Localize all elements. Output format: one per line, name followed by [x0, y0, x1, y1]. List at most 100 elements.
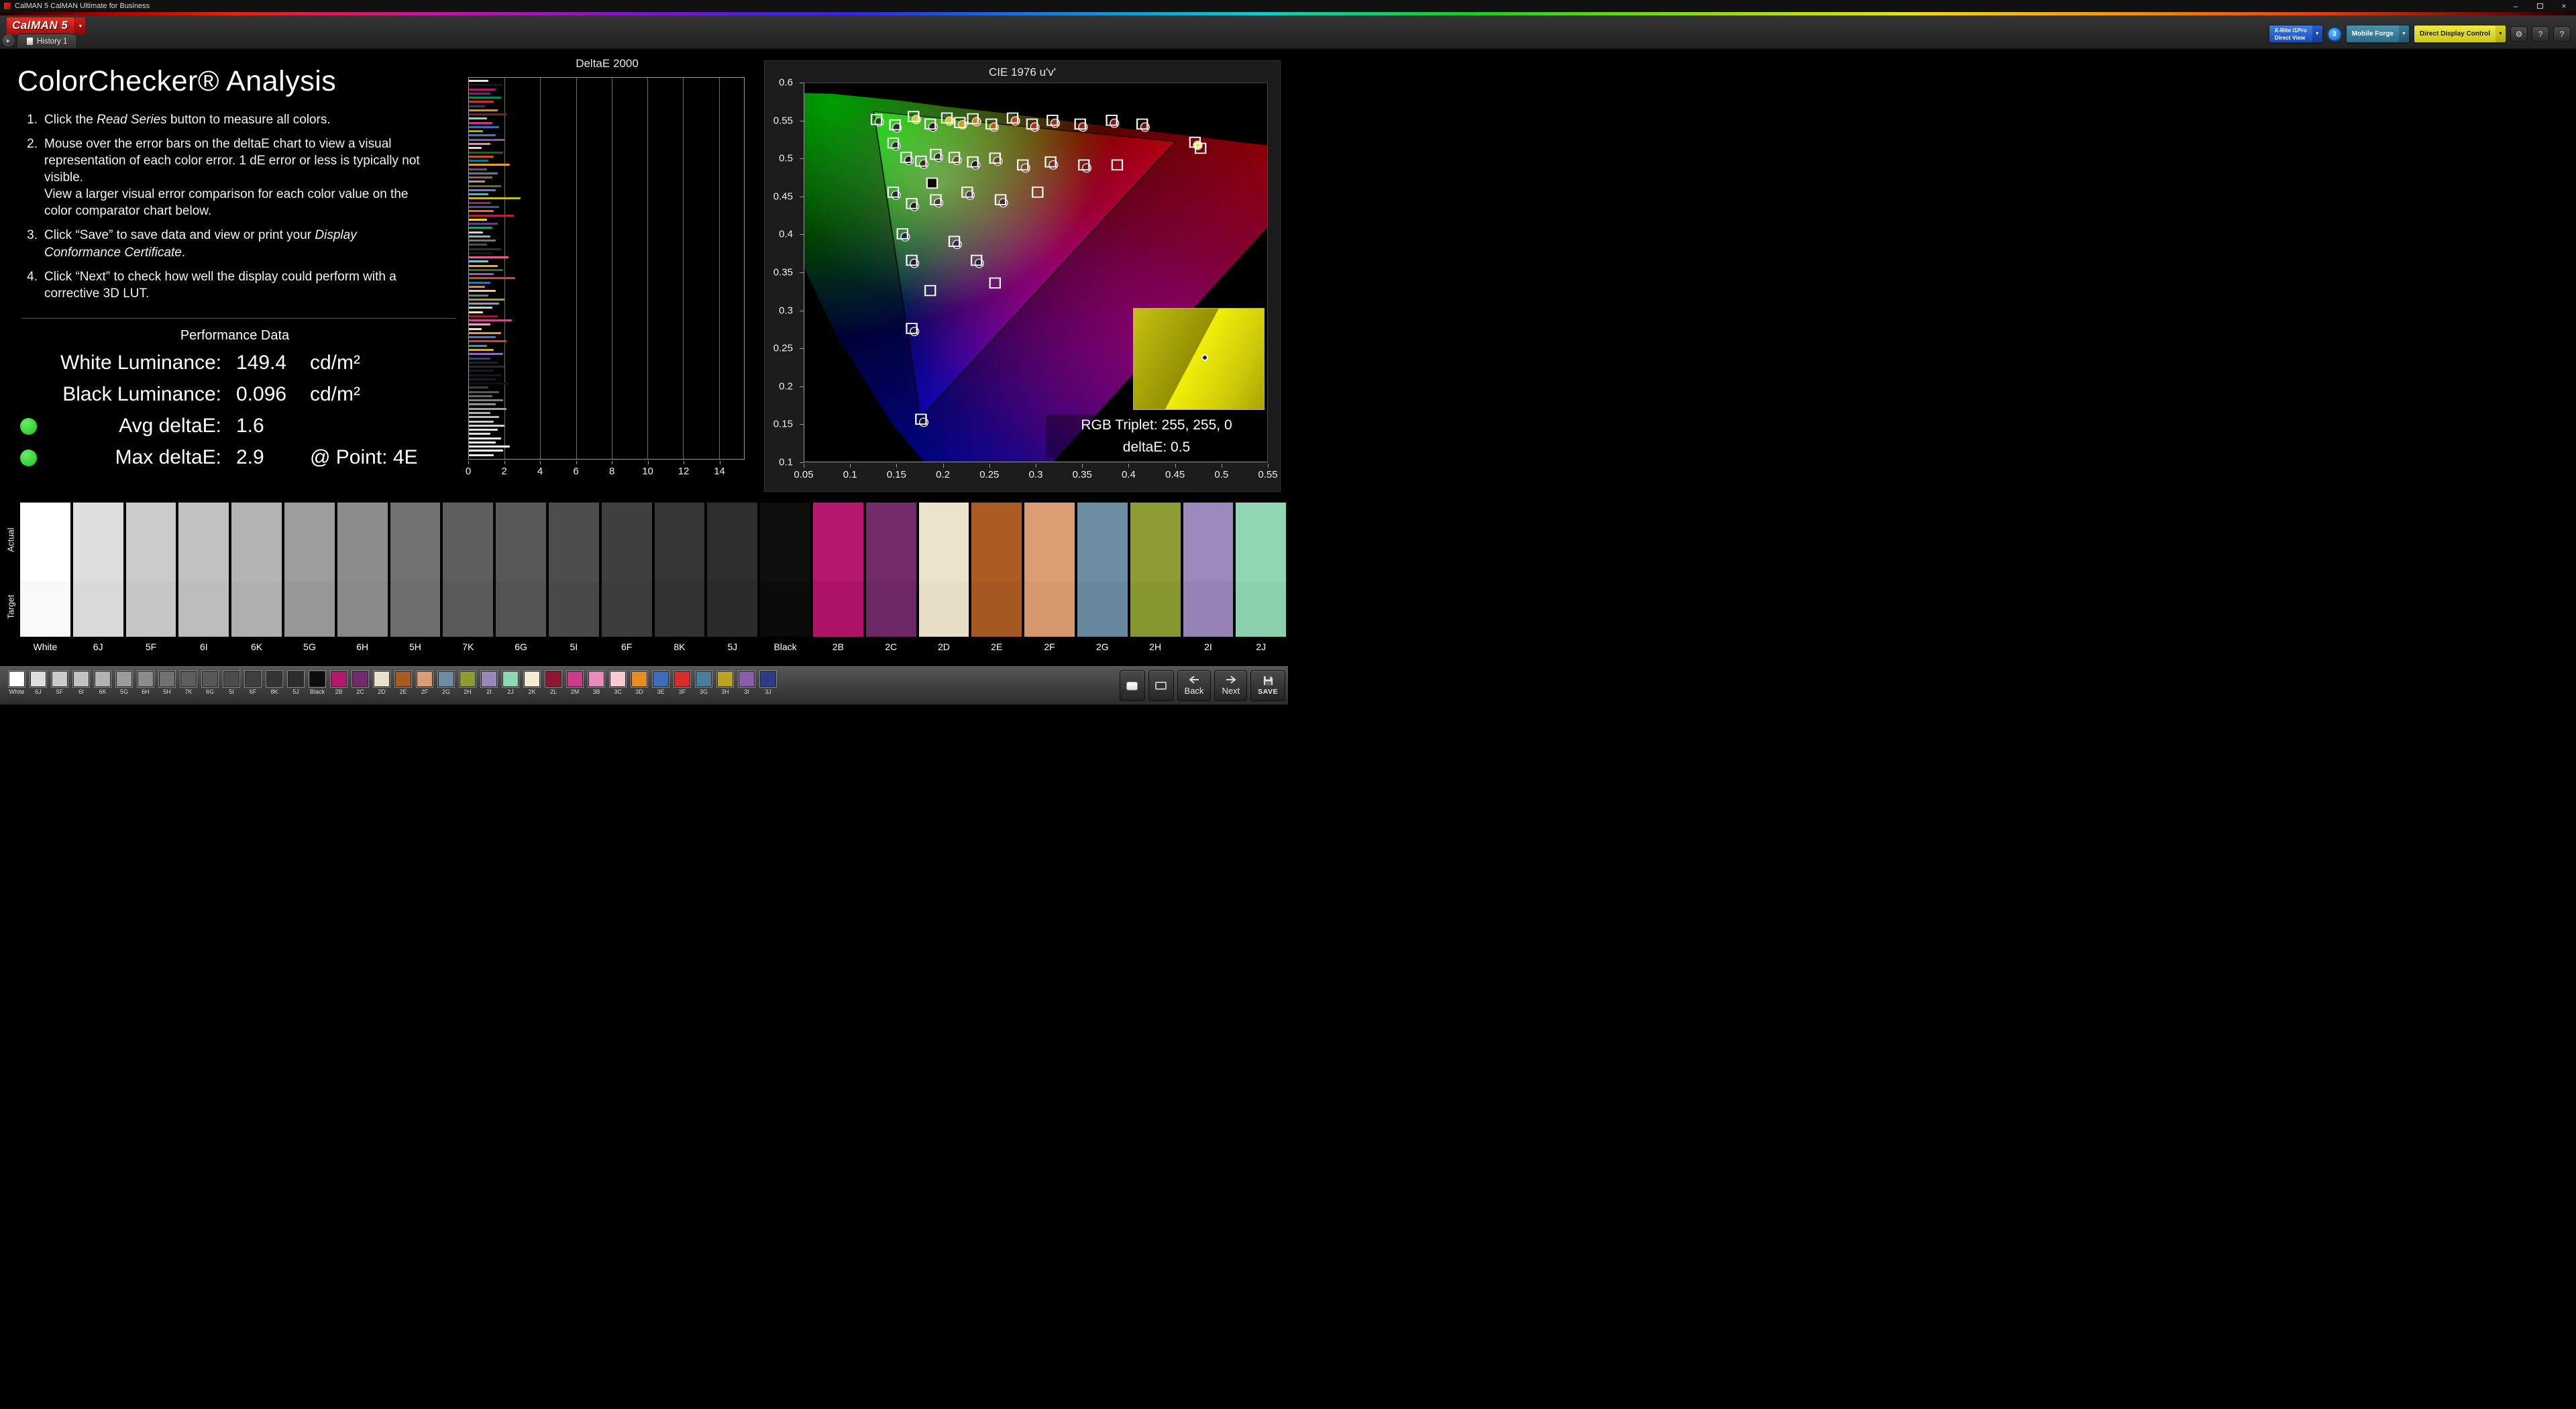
patch-swatch-button[interactable]: 2K [522, 670, 542, 695]
deltae-error-bar[interactable] [469, 450, 503, 452]
maximize-button[interactable] [2528, 0, 2552, 12]
logo-menu-caret-icon[interactable]: ▼ [75, 17, 86, 35]
deltae-error-bar[interactable] [469, 138, 505, 141]
deltae-error-bar[interactable] [469, 407, 506, 410]
deltae-error-bar[interactable] [469, 386, 489, 389]
deltae-error-bar[interactable] [469, 151, 503, 154]
deltae-error-bar[interactable] [469, 214, 514, 217]
deltae-error-bar[interactable] [469, 411, 490, 414]
deltae-error-bar[interactable] [469, 223, 498, 225]
deltae-error-bar[interactable] [469, 353, 503, 356]
patch-swatch-button[interactable]: 5J [286, 670, 306, 695]
deltae-error-bar[interactable] [469, 382, 508, 385]
deltae-error-bar[interactable] [469, 327, 482, 330]
patch-swatch-button[interactable]: 2L [543, 670, 564, 695]
deltae-error-bar[interactable] [469, 420, 494, 423]
deltae-error-bar[interactable] [469, 307, 492, 309]
patch-swatch-button[interactable]: 3E [651, 670, 671, 695]
deltae-error-bar[interactable] [469, 361, 498, 364]
patch-swatch-button[interactable]: 3B [586, 670, 606, 695]
display-preview-button[interactable] [1148, 670, 1174, 701]
back-button[interactable]: Back [1177, 670, 1212, 701]
deltae-error-bar[interactable] [469, 125, 500, 128]
pattern-window-button[interactable] [1119, 670, 1145, 701]
patch-swatch-button[interactable]: 6F [243, 670, 263, 695]
measured-point[interactable] [971, 117, 981, 127]
deltae-error-bar[interactable] [469, 268, 503, 271]
deltae-error-bar[interactable] [469, 231, 484, 233]
minimize-button[interactable]: – [2504, 0, 2528, 12]
patch-swatch-button[interactable]: 2M [565, 670, 585, 695]
deltae-error-bar[interactable] [469, 240, 496, 242]
deltae-error-bar[interactable] [469, 403, 496, 406]
deltae-error-bar[interactable] [469, 349, 494, 351]
patch-swatch-button[interactable]: 3G [694, 670, 714, 695]
deltae-error-bar[interactable] [469, 260, 489, 263]
deltae-error-bar[interactable] [469, 121, 492, 124]
deltae-error-bar[interactable] [469, 155, 494, 158]
deltae-error-bar[interactable] [469, 130, 484, 133]
patch-swatch-button[interactable]: 6I [71, 670, 91, 695]
deltae-error-bar[interactable] [469, 235, 490, 238]
patch-swatch-button[interactable]: 6J [28, 670, 48, 695]
patch-swatch-button[interactable]: 5G [114, 670, 134, 695]
meter-selector-dropdown[interactable]: X-Rite i1Pro Direct View ▼ [2268, 25, 2323, 43]
deltae-error-bar[interactable] [469, 424, 505, 427]
patch-swatch-button[interactable]: 2J [500, 670, 521, 695]
display-control-dropdown[interactable]: Direct Display Control ▼ [2413, 25, 2506, 43]
settings-button[interactable]: ⚙ [2510, 26, 2528, 42]
deltae-error-bar[interactable] [469, 433, 490, 435]
next-button[interactable]: Next [1214, 670, 1248, 701]
deltae-error-bar[interactable] [469, 286, 485, 289]
tab-history-1[interactable]: History 1 [17, 34, 78, 48]
deltae-error-bar[interactable] [469, 185, 501, 187]
patch-swatch-button[interactable]: Black [307, 670, 327, 695]
deltae-error-bar[interactable] [469, 105, 485, 107]
deltae-error-bar[interactable] [469, 281, 490, 284]
deltae-error-bar[interactable] [469, 298, 505, 301]
deltae-error-bar[interactable] [469, 437, 501, 439]
deltae-error-bar[interactable] [469, 252, 492, 254]
deltae-error-bar[interactable] [469, 134, 496, 137]
deltae-error-bar[interactable] [469, 248, 501, 250]
patch-swatch-button[interactable]: 2I [479, 670, 499, 695]
calman-logo[interactable]: CalMAN 5 ▼ [7, 17, 86, 35]
deltae-error-bar[interactable] [469, 277, 516, 280]
deltae-error-bar[interactable] [469, 92, 490, 95]
deltae-error-bar[interactable] [469, 256, 508, 259]
deltae-error-bar[interactable] [469, 357, 490, 360]
patch-swatch-button[interactable]: White [7, 670, 27, 695]
deltae-error-bar[interactable] [469, 323, 490, 326]
deltae-error-bar[interactable] [469, 294, 489, 297]
deltae-error-bar[interactable] [469, 319, 512, 322]
patch-swatch-button[interactable]: 7K [178, 670, 199, 695]
patch-swatch-button[interactable]: 3J [758, 670, 778, 695]
deltae-error-bar[interactable] [469, 290, 496, 293]
deltae-error-bar[interactable] [469, 147, 482, 150]
patch-swatch-button[interactable]: 3F [672, 670, 692, 695]
deltae-error-bar[interactable] [469, 340, 506, 343]
help-button-2[interactable]: ? [2553, 26, 2571, 42]
deltae-error-bar[interactable] [469, 193, 489, 196]
patch-swatch-button[interactable]: 5F [50, 670, 70, 695]
deltae-error-bar[interactable] [469, 378, 496, 380]
patch-swatch-button[interactable]: 3C [608, 670, 628, 695]
deltae-error-bar[interactable] [469, 101, 494, 103]
deltae-error-bar[interactable] [469, 205, 500, 208]
patch-swatch-button[interactable]: 2D [372, 670, 392, 695]
deltae-error-bar[interactable] [469, 311, 484, 313]
deltae-error-bar[interactable] [469, 117, 487, 120]
deltae-error-bar[interactable] [469, 176, 492, 179]
deltae-error-bar[interactable] [469, 227, 492, 229]
deltae-error-bar[interactable] [469, 390, 500, 393]
deltae-error-bar[interactable] [469, 84, 503, 87]
patch-swatch-button[interactable]: 5H [157, 670, 177, 695]
patch-swatch-button[interactable]: 5I [221, 670, 241, 695]
deltae-error-bar[interactable] [469, 189, 496, 191]
deltae-error-bar[interactable] [469, 454, 494, 456]
deltae-error-bar[interactable] [469, 164, 511, 166]
meter-count-badge[interactable]: 3 [2326, 26, 2342, 42]
deltae-error-bar[interactable] [469, 264, 498, 267]
deltae-error-bar[interactable] [469, 399, 503, 402]
deltae-error-bar[interactable] [469, 210, 494, 213]
